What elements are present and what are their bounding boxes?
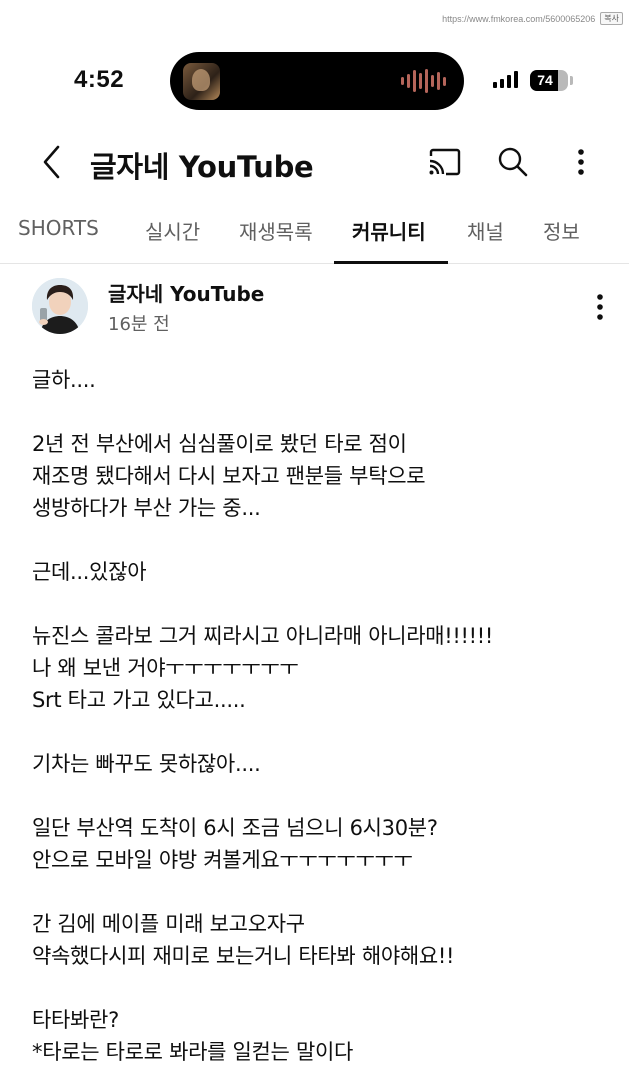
channel-tabs: SHORTS 실시간 재생목록 커뮤니티 채널 정보 (0, 196, 629, 264)
post-line: 글하.... (32, 368, 96, 392)
active-tab-indicator (334, 261, 448, 264)
more-vert-icon (597, 294, 603, 320)
post-body: 글하.... 2년 전 부산에서 심심풀이로 봤던 타로 점이 재조명 됐다해서… (32, 364, 617, 1068)
post-line: 재조명 됐다해서 다시 보자고 팬분들 부탁으로 (32, 464, 426, 488)
copy-url-button[interactable]: 복사 (600, 12, 623, 25)
tab-channels[interactable]: 채널 (467, 216, 504, 245)
tab-community[interactable]: 커뮤니티 (352, 216, 426, 245)
post-time: 16분 전 (108, 314, 170, 335)
post-line: 타타봐란? (32, 1008, 119, 1032)
dynamic-island[interactable] (170, 52, 464, 110)
avatar-portrait (32, 278, 88, 334)
post-line: 나 왜 보낸 거야ㅜㅜㅜㅜㅜㅜㅜ (32, 656, 299, 680)
post-line (32, 588, 617, 620)
back-button[interactable] (32, 140, 72, 184)
author-avatar[interactable] (32, 278, 88, 334)
post-line: *타로는 타로로 봐라를 일컫는 말이다 (32, 1040, 354, 1064)
post-line (32, 972, 617, 1004)
post-line (32, 524, 617, 556)
more-vert-icon (578, 149, 584, 175)
post-line: 2년 전 부산에서 심심풀이로 봤던 타로 점이 (32, 432, 407, 456)
post-line: 안으로 모바일 야방 켜볼게요ㅜㅜㅜㅜㅜㅜㅜ (32, 848, 413, 872)
battery-icon: 74 (530, 70, 568, 91)
post-line: 간 김에 메이플 미래 보고오자구 (32, 912, 305, 936)
post-line (32, 396, 617, 428)
tab-live[interactable]: 실시간 (145, 216, 200, 245)
post-line: Srt 타고 가고 있다고..... (32, 688, 246, 712)
cellular-signal-icon (493, 71, 518, 88)
post-line: 생방하다가 부산 가는 중... (32, 496, 261, 520)
source-url[interactable]: https://www.fmkorea.com/5600065206 (442, 14, 595, 24)
tab-about[interactable]: 정보 (543, 216, 580, 245)
source-url-bar: https://www.fmkorea.com/5600065206 복사 (442, 12, 623, 25)
search-icon (498, 147, 528, 177)
post-line: 근데...있잖아 (32, 560, 147, 584)
audio-waveform-icon (401, 69, 446, 93)
post-line (32, 780, 617, 812)
post-header: 글자네 YouTube 16분 전 (0, 276, 629, 346)
post-line: 약속했다시피 재미로 보는거니 타타봐 해야해요!! (32, 944, 455, 968)
now-playing-thumbnail (183, 63, 220, 100)
post-menu-button[interactable] (585, 290, 615, 324)
post-line: 기차는 빠꾸도 못하잖아.... (32, 752, 261, 776)
channel-top-bar: 글자네 YouTube (0, 130, 629, 194)
channel-menu-button[interactable] (561, 142, 601, 182)
tab-playlists[interactable]: 재생목록 (239, 216, 313, 245)
cast-button[interactable] (424, 142, 464, 182)
back-icon (43, 145, 60, 179)
post-author[interactable]: 글자네 YouTube (108, 278, 264, 307)
tab-shorts[interactable]: SHORTS (18, 216, 99, 240)
status-time: 4:52 (74, 66, 125, 93)
post-line (32, 876, 617, 908)
battery-percent: 74 (537, 72, 553, 88)
search-button[interactable] (493, 142, 533, 182)
status-bar: 4:52 74 (0, 52, 629, 110)
channel-title: 글자네 YouTube (90, 150, 314, 184)
post-line (32, 716, 617, 748)
post-line: 뉴진스 콜라보 그거 찌라시고 아니라매 아니라매!!!!!! (32, 624, 493, 648)
cast-icon (429, 148, 461, 176)
post-line: 일단 부산역 도착이 6시 조금 넘으니 6시30분? (32, 816, 438, 840)
battery-cap (570, 76, 573, 85)
